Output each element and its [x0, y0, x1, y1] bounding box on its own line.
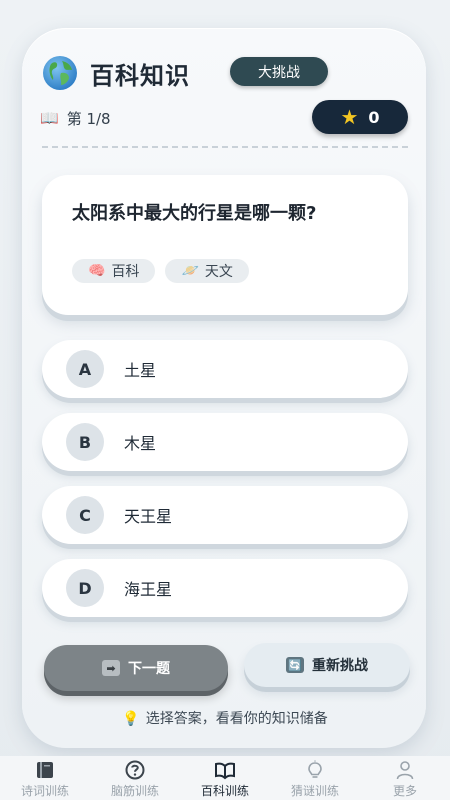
- score-badge: ★ 0: [312, 100, 408, 134]
- option-c-button[interactable]: C 天王星: [42, 486, 408, 544]
- book-icon: 📖: [40, 109, 59, 127]
- bottom-tab-bar: 诗词训练 脑筋训练 百科训练 猜谜训练 更多: [0, 756, 450, 800]
- progress-indicator: 📖 第 1/8: [40, 107, 111, 129]
- option-text: 土星: [124, 361, 157, 380]
- option-d-button[interactable]: D 海王星: [42, 559, 408, 617]
- globe-icon: [43, 56, 77, 90]
- page-header: 百科知识: [42, 55, 190, 91]
- tab-riddle[interactable]: 猜谜训练: [270, 756, 360, 800]
- tag-label: 天文: [204, 264, 233, 280]
- option-text: 木星: [124, 434, 157, 453]
- option-letter: D: [66, 569, 104, 607]
- option-a-button[interactable]: A 土星: [42, 340, 408, 398]
- question-icon: [125, 760, 145, 780]
- tab-poetry[interactable]: 诗词训练: [0, 756, 90, 800]
- option-text: 天王星: [124, 507, 173, 526]
- dashed-divider: [42, 146, 408, 148]
- tag-encyclopedia: 🧠 百科: [72, 259, 156, 283]
- challenge-badge: 大挑战: [230, 57, 328, 86]
- planet-icon: 🪐: [181, 263, 199, 279]
- arrow-right-icon: ➡: [102, 660, 120, 676]
- question-text: 太阳系中最大的行星是哪一颗?: [72, 203, 317, 224]
- progress-label: 第 1/8: [66, 109, 111, 128]
- lightbulb-icon: 💡: [122, 711, 140, 727]
- person-icon: [396, 761, 414, 780]
- tab-label: 百科训练: [200, 784, 249, 798]
- next-label: 下一题: [128, 661, 170, 677]
- question-tags: 🧠 百科 🪐 天文: [72, 259, 249, 283]
- restart-button[interactable]: 🔄 重新挑战: [244, 643, 410, 687]
- option-letter: B: [66, 423, 104, 461]
- lightbulb-icon: [308, 760, 322, 778]
- book-icon: [37, 762, 53, 778]
- option-letter: A: [66, 350, 104, 388]
- tab-label: 猜谜训练: [290, 784, 339, 798]
- tag-astronomy: 🪐 天文: [165, 259, 249, 283]
- tab-encyclopedia[interactable]: 百科训练: [180, 756, 270, 800]
- option-letter: C: [66, 496, 104, 534]
- open-book-icon: [215, 762, 235, 780]
- hint-text: 选择答案，看看你的知识储备: [145, 711, 328, 727]
- tab-brain[interactable]: 脑筋训练: [90, 756, 180, 800]
- tab-label: 更多: [392, 784, 417, 798]
- option-text: 海王星: [124, 580, 173, 599]
- tab-label: 脑筋训练: [110, 784, 159, 798]
- option-b-button[interactable]: B 木星: [42, 413, 408, 471]
- score-value: 0: [368, 107, 380, 127]
- question-card: 太阳系中最大的行星是哪一颗? 🧠 百科 🪐 天文: [42, 175, 408, 315]
- tab-more[interactable]: 更多: [360, 756, 450, 800]
- next-question-button[interactable]: ➡ 下一题: [44, 645, 228, 691]
- brain-icon: 🧠: [88, 263, 106, 279]
- refresh-icon: 🔄: [286, 657, 304, 673]
- tag-label: 百科: [111, 264, 140, 280]
- tab-label: 诗词训练: [20, 784, 69, 798]
- restart-label: 重新挑战: [312, 658, 368, 674]
- star-icon: ★: [340, 105, 359, 129]
- page-title: 百科知识: [90, 61, 190, 90]
- hint-text-row: 💡 选择答案，看看你的知识储备: [0, 708, 450, 728]
